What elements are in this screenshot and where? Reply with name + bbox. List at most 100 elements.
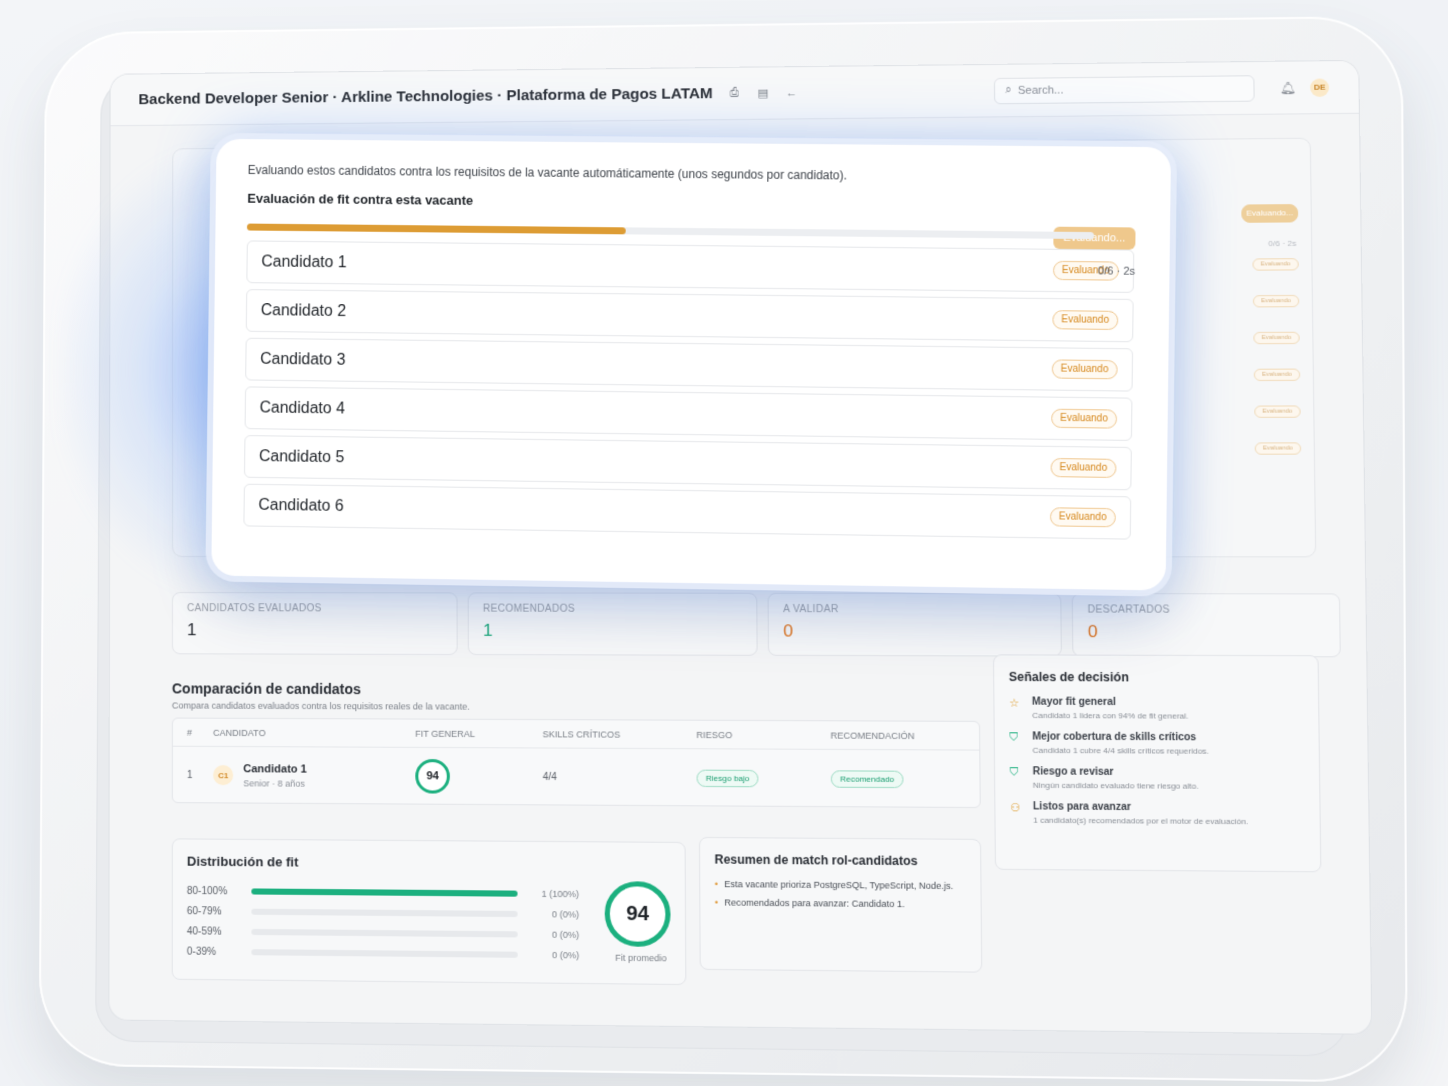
candidate-label: Candidato 6 xyxy=(258,496,344,515)
table-header: # CANDIDATO FIT GENERAL SKILLS CRÍTICOS … xyxy=(172,718,980,751)
background-row-status: Evaluando xyxy=(1253,368,1301,382)
signal-title: Riesgo a revisar xyxy=(1032,766,1114,778)
progress-fill xyxy=(246,223,626,235)
status-badge: Evaluando xyxy=(1050,457,1117,478)
skills-cell: 4/4 xyxy=(542,771,557,783)
stat-value: 1 xyxy=(483,620,493,640)
risk-badge: Riesgo bajo xyxy=(696,769,759,787)
distribution-title: Distribución de fit xyxy=(186,853,299,870)
distribution-track xyxy=(251,949,518,958)
distribution-fill xyxy=(251,888,518,897)
progress-count: 0/6 · 2s xyxy=(1097,265,1136,278)
bell-icon[interactable]: 🔔︎ xyxy=(1279,80,1295,94)
summary-item: Esta vacante prioriza PostgreSQL, TypeSc… xyxy=(715,879,966,891)
column-header[interactable]: RIESGO xyxy=(696,729,830,740)
progress-bar xyxy=(246,223,1094,240)
column-header[interactable]: FIT GENERAL xyxy=(415,728,542,739)
candidate-cell: C1 Candidato 1 Senior · 8 años xyxy=(213,763,415,789)
status-badge: Evaluando xyxy=(1050,408,1118,429)
signal-title: Mayor fit general xyxy=(1031,696,1116,709)
distribution-label: 40-59% xyxy=(186,925,222,938)
background-row-status: Evaluando xyxy=(1252,294,1300,308)
distribution-label: 0-39% xyxy=(186,946,216,958)
shield-check-icon: ⛉ xyxy=(1009,766,1019,779)
fit-score-ring: 94 xyxy=(415,759,450,794)
candidate-badge: C1 xyxy=(213,765,234,786)
signal-title: Mejor cobertura de skills críticos xyxy=(1032,731,1197,744)
status-badge: Evaluando xyxy=(1049,507,1116,528)
background-row-status: Evaluando xyxy=(1253,331,1300,345)
summary-title: Resumen de match rol-candidatos xyxy=(714,852,918,869)
signal-item: ⛉ Mejor cobertura de skills críticos Can… xyxy=(1009,731,1304,756)
distribution-row: 0-39% 0 (0%) xyxy=(187,941,671,966)
list-item[interactable]: Candidato 4 Evaluando xyxy=(244,386,1133,441)
average-fit-label: Fit promedio xyxy=(615,952,667,964)
recommendation-cell: Recomendado xyxy=(830,769,966,788)
column-header[interactable]: SKILLS CRÍTICOS xyxy=(543,729,697,740)
stat-card-evaluated: CANDIDATOS EVALUADOS 1 xyxy=(171,592,458,656)
column-header[interactable]: RECOMENDACIÓN xyxy=(830,730,965,741)
list-item[interactable]: Candidato 1 Evaluando xyxy=(246,240,1135,293)
candidate-label: Candidato 4 xyxy=(259,398,345,417)
candidate-list: Candidato 1 Evaluando Candidato 2 Evalua… xyxy=(243,240,1135,540)
page-title: Backend Developer Senior · Arkline Techn… xyxy=(138,85,713,109)
column-header: # xyxy=(186,727,192,738)
background-row-status: Evaluando xyxy=(1254,405,1301,418)
background-row-status: Evaluando xyxy=(1252,258,1299,271)
background-status-badge: Evaluando... xyxy=(1241,204,1299,223)
search-icon: ⌕ xyxy=(1005,83,1012,97)
list-item[interactable]: Candidato 2 Evaluando xyxy=(245,289,1134,343)
avatar[interactable]: DE xyxy=(1310,77,1330,97)
match-summary-panel: Resumen de match rol-candidatos Esta vac… xyxy=(698,836,983,973)
stats-row: CANDIDATOS EVALUADOS 1 RECOMENDADOS 1 A … xyxy=(171,592,1341,658)
fit-distribution-panel: Distribución de fit 80-100% 1 (100%) 60-79… xyxy=(171,838,687,986)
column-header[interactable]: CANDIDATO xyxy=(213,727,415,738)
signal-text: 1 candidato(s) recomendados por el motor… xyxy=(1033,815,1249,827)
users-icon: ⚇ xyxy=(1009,802,1021,815)
decision-signals-panel: Señales de decisión ☆ Mayor fit general … xyxy=(992,654,1322,873)
risk-cell: Riesgo bajo xyxy=(696,769,831,787)
document-icon[interactable]: ▤ xyxy=(756,86,770,100)
stat-value: 0 xyxy=(1087,621,1098,642)
star-icon: ☆ xyxy=(1009,697,1020,710)
distribution-value: 0 (0%) xyxy=(551,929,580,941)
signal-item: ⛉ Riesgo a revisar Ningún candidato eval… xyxy=(1010,766,1305,791)
modal-description: Evaluando estos candidatos contra los re… xyxy=(247,162,848,183)
distribution-label: 60-79% xyxy=(186,905,222,917)
modal-title: Evaluación de fit contra esta vacante xyxy=(247,190,474,208)
stat-card-discarded: DESCARTADOS 0 xyxy=(1071,593,1341,658)
table-row[interactable]: 1 C1 Candidato 1 Senior · 8 años 94 4/4 … xyxy=(173,747,980,808)
stat-card-to-validate: A VALIDAR 0 xyxy=(767,592,1062,657)
stat-label: DESCARTADOS xyxy=(1087,604,1170,616)
list-item[interactable]: Candidato 5 Evaluando xyxy=(243,435,1132,491)
list-item[interactable]: Candidato 3 Evaluando xyxy=(245,337,1134,392)
search-placeholder: Search... xyxy=(1017,83,1064,97)
signal-text: Candidato 1 lidera con 94% de fit genera… xyxy=(1032,710,1189,721)
distribution-track xyxy=(251,908,518,918)
signals-title: Señales de decisión xyxy=(1008,669,1129,685)
print-icon[interactable]: ⎙ xyxy=(727,86,741,100)
candidate-name[interactable]: Candidato 1 xyxy=(243,763,307,775)
distribution-track xyxy=(251,888,518,897)
signal-item: ⚇ Listos para avanzar 1 candidato(s) rec… xyxy=(1010,801,1305,827)
stat-label: RECOMENDADOS xyxy=(482,603,576,615)
status-badge: Evaluando xyxy=(1052,310,1119,331)
list-item[interactable]: Candidato 6 Evaluando xyxy=(243,483,1132,540)
stat-card-recommended: RECOMENDADOS 1 xyxy=(467,592,758,656)
stat-value: 0 xyxy=(783,621,794,641)
candidate-label: Candidato 1 xyxy=(261,252,347,271)
back-arrow-icon[interactable]: ← xyxy=(784,86,798,100)
comparison-table: # CANDIDATO FIT GENERAL SKILLS CRÍTICOS … xyxy=(171,717,981,809)
signal-text: Ningún candidato evaluado tiene riesgo a… xyxy=(1032,780,1199,791)
candidate-meta: Senior · 8 años xyxy=(243,777,305,789)
background-progress-count: 0/6 · 2s xyxy=(1268,238,1297,249)
search-input[interactable]: ⌕ Search... xyxy=(993,74,1255,104)
fit-cell: 94 xyxy=(415,759,542,794)
shield-check-icon: ⛉ xyxy=(1009,731,1019,744)
stat-value: 1 xyxy=(186,620,197,640)
average-fit-ring: 94 xyxy=(604,881,671,948)
background-row-status: Evaluando xyxy=(1254,442,1302,455)
signal-text: Candidato 1 cubre 4/4 skills críticos re… xyxy=(1032,745,1210,756)
comparison-title: Comparación de candidatos xyxy=(171,680,361,698)
stat-label: A VALIDAR xyxy=(783,603,839,616)
